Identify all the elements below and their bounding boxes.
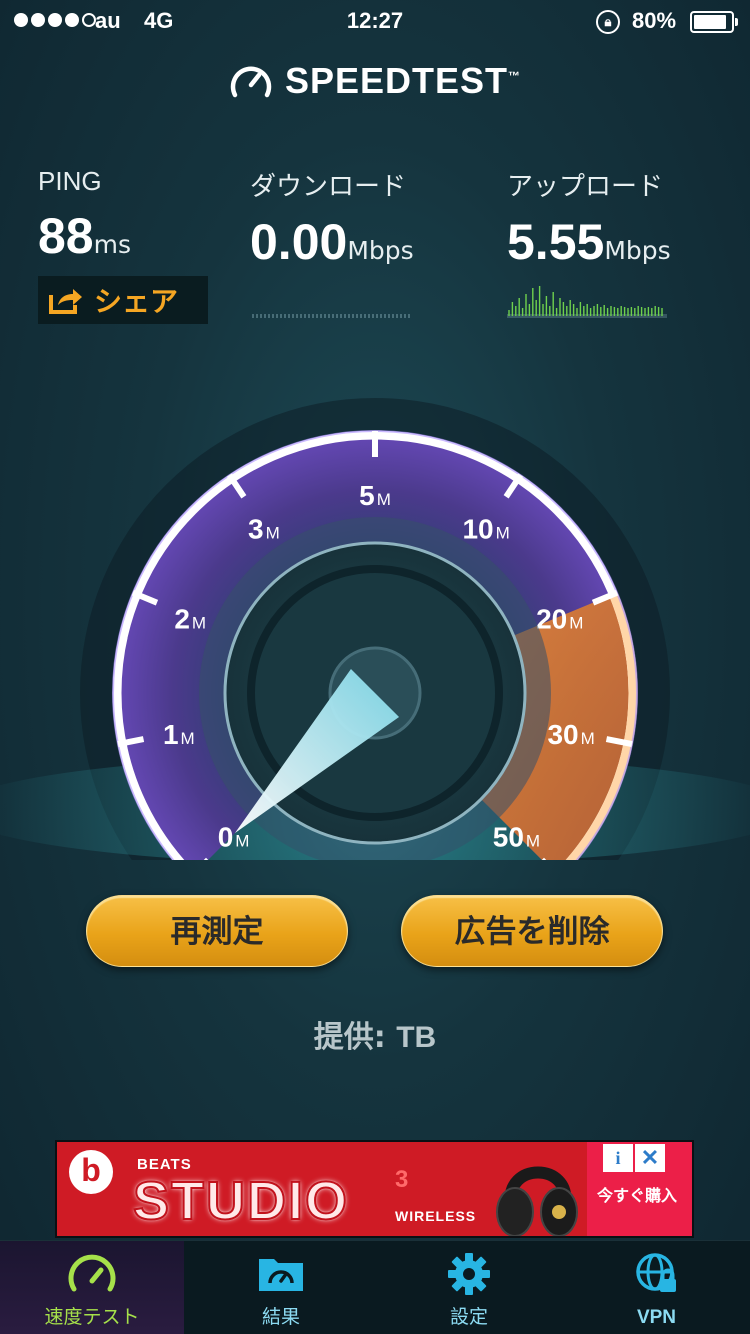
- download-unit: Mbps: [347, 236, 414, 265]
- ad-version: 3: [395, 1166, 409, 1193]
- share-icon: [49, 289, 82, 314]
- share-label: シェア: [94, 285, 179, 318]
- download-graph: [252, 314, 412, 318]
- ping-value: 88: [38, 208, 94, 264]
- upload-label: アップロード: [507, 172, 664, 202]
- ping-label: PING: [38, 166, 102, 196]
- results-folder-icon: [259, 1259, 303, 1291]
- tab-settings[interactable]: 設定: [375, 1241, 563, 1334]
- gear-icon: [448, 1253, 490, 1295]
- upload-graph: [507, 286, 667, 318]
- ping-unit: ms: [93, 230, 132, 259]
- ad-info-icon[interactable]: i: [603, 1144, 633, 1172]
- speedometer-icon: [68, 1254, 116, 1292]
- tab-label: 結果: [261, 1306, 300, 1328]
- tab-label: 速度テスト: [44, 1306, 140, 1328]
- battery-icon: [690, 11, 738, 33]
- upload-unit: Mbps: [604, 236, 671, 265]
- ad-close-icon[interactable]: ✕: [635, 1144, 665, 1172]
- download-label: ダウンロード: [250, 172, 407, 202]
- tab-bar: 速度テスト 結果 設定 VPN: [0, 1240, 750, 1334]
- headphones-image: [496, 1166, 578, 1236]
- retest-button[interactable]: 再測定: [86, 895, 348, 967]
- ping-stat: PING 88ms: [38, 166, 131, 265]
- download-stat: ダウンロード 0.00Mbps: [250, 166, 414, 271]
- tab-results[interactable]: 結果: [187, 1241, 375, 1334]
- provider-label: 提供:: [313, 1020, 386, 1055]
- tab-vpn[interactable]: VPN: [563, 1241, 750, 1334]
- gauge-center: [199, 517, 551, 860]
- vpn-globe-icon: [635, 1253, 676, 1292]
- battery-percentage: 80%: [632, 8, 677, 33]
- speed-gauge: 0 M1 M2 M3 M5 M10 M20 M30 M50 M: [0, 398, 750, 860]
- upload-stat: アップロード 5.55Mbps: [507, 166, 671, 271]
- status-bar: au 4G 12:27 🔒︎ 80%: [0, 0, 750, 42]
- tab-label: 設定: [449, 1306, 488, 1328]
- ad-subtitle: WIRELESS: [395, 1208, 477, 1224]
- speedtest-logo-icon: [230, 66, 272, 98]
- ad-cta-label[interactable]: 今すぐ購入: [597, 1182, 677, 1206]
- provider-info: 提供: TB: [0, 1012, 750, 1056]
- tab-speedtest[interactable]: 速度テスト: [0, 1241, 184, 1334]
- provider-name: TB: [396, 1021, 437, 1054]
- ad-banner[interactable]: BEATS STUDIO 3 WIRELESS 今すぐ購入 i ✕: [55, 1140, 694, 1238]
- ad-product: STUDIO: [132, 1170, 350, 1232]
- download-value: 0.00: [250, 214, 348, 270]
- rotation-lock-icon: 🔒︎: [596, 10, 620, 34]
- share-button[interactable]: シェア: [38, 276, 208, 324]
- tab-label: VPN: [636, 1307, 677, 1328]
- app-logo: SPEEDTEST™: [0, 60, 750, 102]
- app-title: SPEEDTEST™: [284, 60, 522, 101]
- remove-ads-button[interactable]: 広告を削除: [401, 895, 663, 967]
- upload-value: 5.55: [507, 214, 605, 270]
- beats-logo-icon: [69, 1150, 113, 1194]
